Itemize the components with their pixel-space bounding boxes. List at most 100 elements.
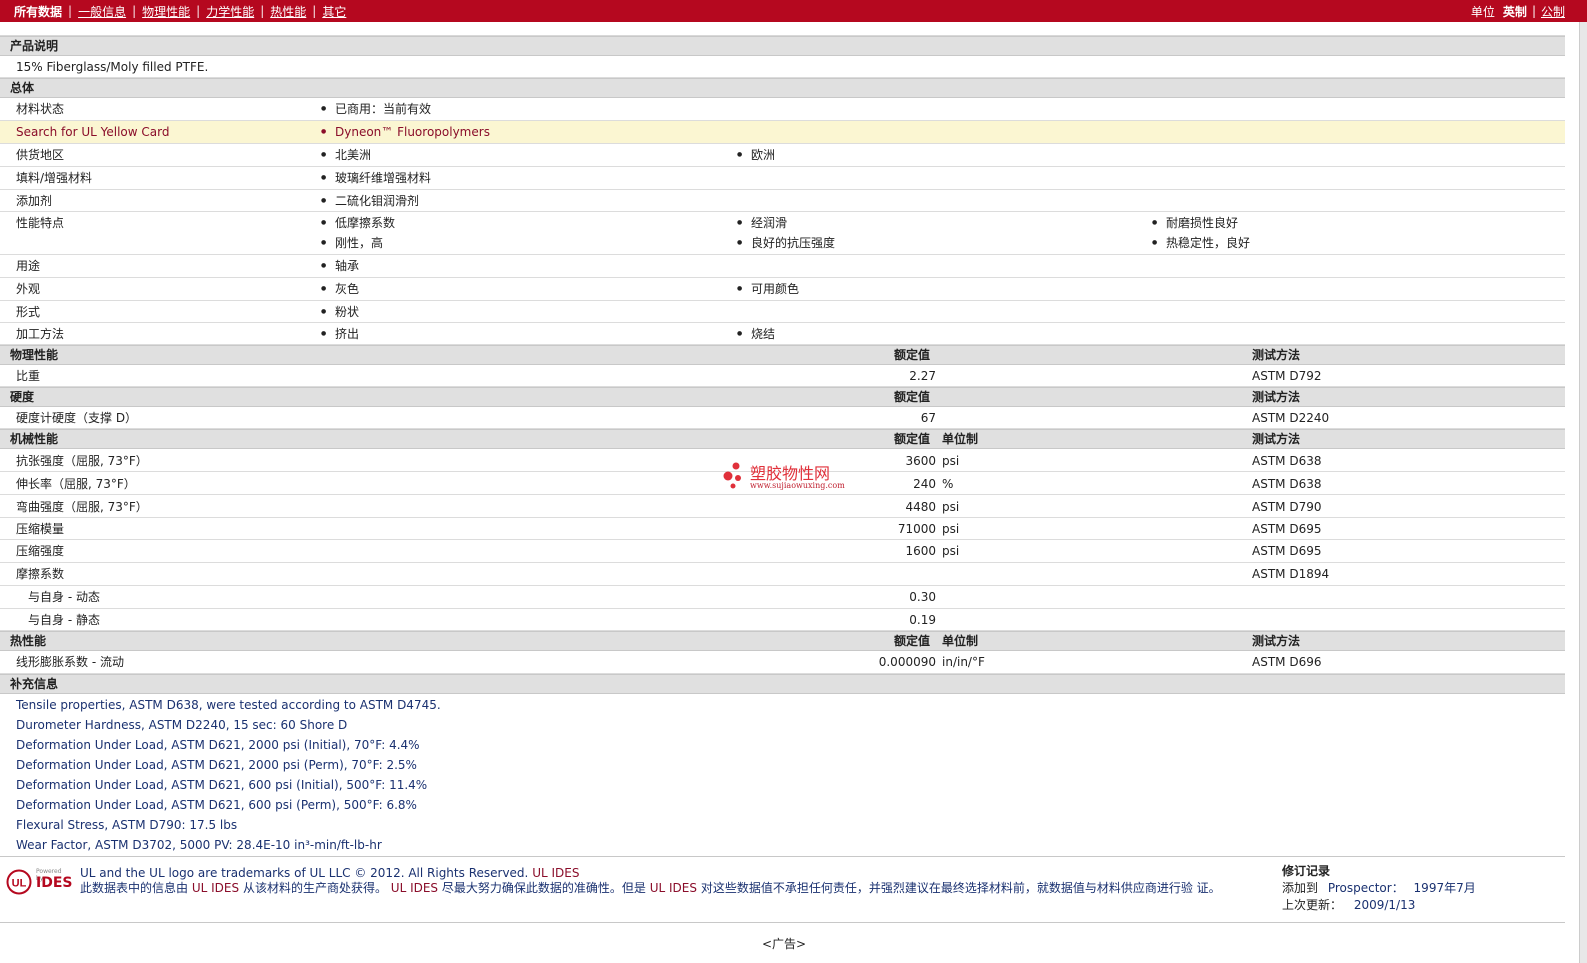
nav-all-data: 所有数据 <box>14 4 63 19</box>
disclaimer-text: 尽最大努力确保此数据的准确性。但是 <box>441 881 646 895</box>
section-nav: 所有数据 | 一般信息 | 物理性能 | 力学性能 | 热性能 | 其它 <box>0 3 346 20</box>
note-line: Deformation Under Load, ASTM D621, 600 p… <box>16 778 428 792</box>
general-row-additive: 添加剂 二硫化钼润滑剂 <box>0 190 1565 212</box>
added-to: Prospector： <box>1327 881 1404 895</box>
nav-thermal[interactable]: 热性能 <box>270 3 306 20</box>
row-value: 已商用：当前有效 <box>321 101 431 117</box>
ul-ides-logo: UL Powered by IDES <box>6 868 72 896</box>
general-row-form: 形式 粉状 <box>0 301 1565 323</box>
row-value: 可用颜色 <box>737 281 799 297</box>
nav-mechanical[interactable]: 力学性能 <box>206 3 254 20</box>
property-label: 比重 <box>16 369 41 383</box>
top-nav-bar: 所有数据 | 一般信息 | 物理性能 | 力学性能 | 热性能 | 其它 单位 … <box>0 0 1587 22</box>
row-value: 粉状 <box>321 304 359 320</box>
property-unit: psi <box>942 544 960 558</box>
note-line: Deformation Under Load, ASTM D621, 2000 … <box>16 738 420 752</box>
property-label: 抗张强度（屈服, 73°F） <box>16 454 148 468</box>
note-line: Flexural Stress, ASTM D790: 17.5 lbs <box>16 818 238 832</box>
row-label: 性能特点 <box>16 216 65 230</box>
property-value: 1600 <box>905 544 936 558</box>
row-value: 良好的抗压强度 <box>737 235 835 251</box>
nav-general-info[interactable]: 一般信息 <box>78 3 126 20</box>
property-value: 0.000090 <box>878 655 936 669</box>
section-header-thermal: 热性能 额定值 单位制 测试方法 <box>0 631 1565 651</box>
yellow-card-link[interactable]: Search for UL Yellow Card <box>16 124 169 140</box>
general-row-features: 性能特点 低摩擦系数 经润滑 耐磨损性良好 刚性，高 良好的抗压强度 热稳定性，… <box>0 212 1565 255</box>
property-unit: psi <box>942 454 960 468</box>
property-value: 4480 <box>905 500 936 514</box>
property-subrow: 与自身 - 静态 0.19 <box>0 609 1565 631</box>
note-line: Deformation Under Load, ASTM D621, 2000 … <box>16 758 417 772</box>
ul-ides-ref: UL IDES <box>191 881 240 895</box>
col-header-unit: 单位制 <box>942 432 979 446</box>
watermark-logo: 塑胶物性网 www.sujiaowuxing.com <box>722 458 862 494</box>
row-value: 玻璃纤维增强材料 <box>321 170 431 186</box>
nav-other[interactable]: 其它 <box>322 3 346 20</box>
section-title: 硬度 <box>10 390 35 404</box>
footer-trademark: UL and the UL logo are trademarks of UL … <box>80 866 579 880</box>
nav-separator: | <box>260 4 265 18</box>
general-row-filler: 填料/增强材料 玻璃纤维增强材料 <box>0 167 1565 190</box>
divider <box>0 856 1565 857</box>
col-header-value: 额定值 <box>894 390 931 404</box>
col-header-value: 额定值 <box>894 634 931 648</box>
general-row-processing: 加工方法 挤出 烧结 <box>0 323 1565 345</box>
unit-switcher: 单位 英制 | 公制 <box>1471 3 1565 20</box>
supplier-link[interactable]: Dyneon™ Fluoropolymers <box>321 124 490 140</box>
units-imperial: 英制 <box>1502 4 1527 19</box>
col-header-method: 测试方法 <box>1252 348 1301 362</box>
revision-title: 修订记录 <box>1282 864 1331 878</box>
property-row: 压缩强度 1600 psi ASTM D695 <box>0 540 1565 563</box>
row-label: 用途 <box>16 259 41 273</box>
row-value: 低摩擦系数 <box>321 215 395 231</box>
property-value: 0.19 <box>909 613 936 627</box>
test-method: ASTM D792 <box>1252 369 1322 383</box>
property-row: 摩擦系数 ASTM D1894 <box>0 563 1565 586</box>
units-label: 单位 <box>1470 4 1495 19</box>
row-label: 供货地区 <box>16 148 65 162</box>
note-line: Deformation Under Load, ASTM D621, 600 p… <box>16 798 417 812</box>
note-line: Wear Factor, ASTM D3702, 5000 PV: 28.4E-… <box>16 838 382 852</box>
row-value: 轴承 <box>321 258 359 274</box>
product-description: 15% Fiberglass/Moly filled PTFE. <box>16 60 209 74</box>
disclaimer-text: 证。 <box>1196 881 1221 895</box>
property-label: 压缩强度 <box>16 544 65 558</box>
vertical-scrollbar[interactable] <box>1579 22 1587 963</box>
updated-label: 上次更新： <box>1282 898 1343 912</box>
updated-date: 2009/1/13 <box>1353 898 1416 912</box>
section-title: 物理性能 <box>10 348 59 362</box>
row-value: 耐磨损性良好 <box>1152 215 1238 231</box>
section-title: 热性能 <box>10 634 47 648</box>
general-row-region: 供货地区 北美洲 欧洲 <box>0 144 1565 167</box>
product-description-row: 15% Fiberglass/Moly filled PTFE. <box>0 56 1565 78</box>
row-label: 加工方法 <box>16 327 65 341</box>
general-row-yellow-card: Search for UL Yellow Card Dyneon™ Fluoro… <box>0 121 1565 144</box>
section-title: 补充信息 <box>10 677 59 691</box>
ul-ides-ref: UL IDES <box>390 881 439 895</box>
property-row: 比重 2.27 ASTM D792 <box>0 365 1565 387</box>
property-label: 摩擦系数 <box>16 567 65 581</box>
test-method: ASTM D695 <box>1252 522 1322 536</box>
property-label: 与自身 - 静态 <box>28 613 100 627</box>
ad-area: <广告> <box>0 922 1565 963</box>
property-row: 硬度计硬度（支撑 D） 67 ASTM D2240 <box>0 407 1565 429</box>
ul-ides-link[interactable]: UL IDES <box>532 866 579 880</box>
nav-separator: | <box>68 4 73 18</box>
nav-physical[interactable]: 物理性能 <box>142 3 190 20</box>
property-value: 67 <box>920 411 936 425</box>
section-title: 产品说明 <box>10 39 59 53</box>
revision-history: 修订记录 添加到 Prospector： 1997年7月 上次更新： 2009/… <box>1282 863 1476 914</box>
units-metric-link[interactable]: 公制 <box>1541 3 1565 20</box>
row-value: 经润滑 <box>737 215 787 231</box>
section-header-supplementary: 补充信息 <box>0 674 1565 694</box>
col-header-unit: 单位制 <box>942 634 979 648</box>
test-method: ASTM D695 <box>1252 544 1322 558</box>
note-line: Durometer Hardness, ASTM D2240, 15 sec: … <box>16 718 348 732</box>
property-row: 压缩模量 71000 psi ASTM D695 <box>0 518 1565 540</box>
col-header-method: 测试方法 <box>1252 432 1301 446</box>
row-label: 材料状态 <box>16 102 65 116</box>
property-unit: in/in/°F <box>942 655 985 669</box>
revision-added: 添加到 Prospector： 1997年7月 <box>1282 880 1476 897</box>
units-separator: | <box>1531 4 1536 18</box>
row-value: 烧结 <box>737 326 775 342</box>
